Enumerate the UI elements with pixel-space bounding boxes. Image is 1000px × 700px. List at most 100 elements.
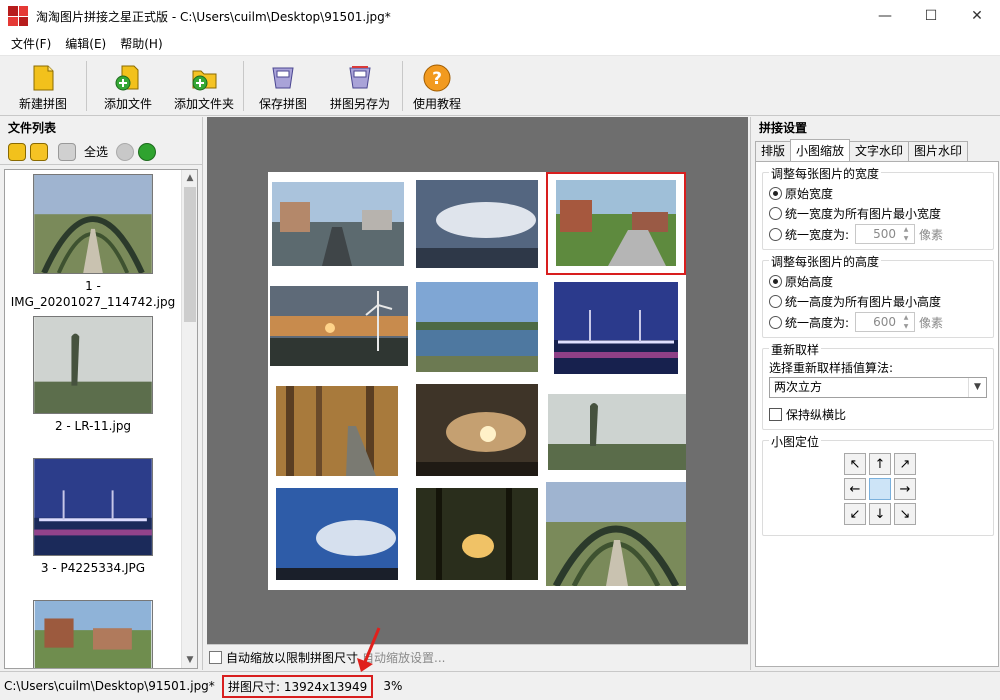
keep-ratio-checkbox[interactable] xyxy=(769,408,782,421)
file-list-scrollbar[interactable]: ▲ ▼ xyxy=(181,170,197,668)
remove-file-icon[interactable] xyxy=(58,142,76,161)
tutorial-button[interactable]: ? 使用教程 xyxy=(405,57,469,115)
collage-canvas[interactable] xyxy=(207,117,748,644)
scrollbar-thumb[interactable] xyxy=(184,187,196,322)
add-folder-small-icon[interactable] xyxy=(30,142,48,161)
height-group-title: 调整每张图片的高度 xyxy=(769,253,882,270)
position-group-title: 小图定位 xyxy=(769,433,822,450)
move-down-icon[interactable] xyxy=(138,142,157,161)
move-up-icon[interactable] xyxy=(116,142,135,161)
radio-button[interactable] xyxy=(769,207,782,220)
collage-tile-selected[interactable] xyxy=(546,172,686,275)
list-item[interactable]: 3 - P4225334.JPG xyxy=(5,458,181,576)
radio-button[interactable] xyxy=(769,227,782,241)
new-collage-button[interactable]: 新建拼图 xyxy=(2,57,84,115)
resample-algo-select[interactable]: 两次立方 ▼ xyxy=(769,377,987,398)
chevron-down-icon[interactable]: ▼ xyxy=(968,378,986,397)
collage-tile[interactable] xyxy=(270,286,408,366)
option-label: 统一高度为: xyxy=(785,315,850,330)
tab-layout[interactable]: 排版 xyxy=(755,141,792,161)
add-folder-button[interactable]: 添加文件夹 xyxy=(167,57,241,115)
radio-button[interactable] xyxy=(769,187,782,200)
resample-group-title: 重新取样 xyxy=(769,341,822,358)
save-collage-label: 保存拼图 xyxy=(258,97,307,111)
collage-tile[interactable] xyxy=(276,488,398,580)
list-item[interactable]: 1 - IMG_20201027_114742.jpg xyxy=(5,174,181,310)
radio-button[interactable] xyxy=(769,315,782,329)
toolbar-separator xyxy=(243,61,244,111)
file-label: 3 - P4225334.JPG xyxy=(40,561,146,575)
align-top-icon[interactable]: ↑ xyxy=(869,453,891,475)
align-right-icon[interactable]: → xyxy=(894,478,916,500)
collage-tile[interactable] xyxy=(416,384,538,476)
keep-ratio-option[interactable]: 保持纵横比 xyxy=(769,406,846,423)
list-item[interactable]: 2 - LR-11.jpg xyxy=(5,316,181,434)
close-button[interactable]: ✕ xyxy=(954,0,1000,32)
add-file-small-icon[interactable] xyxy=(8,142,26,161)
scroll-up-icon[interactable]: ▲ xyxy=(182,170,197,186)
minimize-button[interactable]: — xyxy=(862,0,908,32)
collage-preview xyxy=(268,172,686,590)
toolbar-separator xyxy=(402,61,403,111)
list-item[interactable] xyxy=(5,600,181,668)
tab-text-watermark[interactable]: 文字水印 xyxy=(849,141,910,161)
original-height-option[interactable]: 原始高度 xyxy=(769,273,833,290)
select-all-button[interactable]: 全选 xyxy=(80,143,112,160)
height-value: 600 xyxy=(873,315,897,329)
original-width-option[interactable]: 原始宽度 xyxy=(769,185,833,202)
width-group-title: 调整每张图片的宽度 xyxy=(769,165,882,182)
file-list-toolbar: 全选 xyxy=(0,139,202,165)
align-bottom-right-icon[interactable]: ↘ xyxy=(894,503,916,525)
scroll-down-icon[interactable]: ▼ xyxy=(182,652,197,668)
align-bottom-left-icon[interactable]: ↙ xyxy=(844,503,866,525)
width-group: 调整每张图片的宽度 原始宽度 统一宽度为所有图片最小宽度 统一宽度为: 500 … xyxy=(762,165,994,250)
collage-tile[interactable] xyxy=(554,282,678,374)
align-bottom-icon[interactable]: ↓ xyxy=(869,503,891,525)
collage-tile[interactable] xyxy=(416,180,538,268)
tab-thumbnail-scale[interactable]: 小图缩放 xyxy=(790,139,851,161)
settings-title: 拼接设置 xyxy=(759,121,808,135)
save-as-button[interactable]: 拼图另存为 xyxy=(320,57,400,115)
menu-bar: 文件(F) 编辑(E) 帮助(H) xyxy=(0,32,1000,56)
collage-tile[interactable] xyxy=(546,482,686,586)
min-width-option[interactable]: 统一宽度为所有图片最小宽度 xyxy=(769,205,941,222)
collage-tile[interactable] xyxy=(272,182,404,266)
align-top-left-icon[interactable]: ↖ xyxy=(844,453,866,475)
height-unit: 像素 xyxy=(919,315,944,330)
align-left-icon[interactable]: ← xyxy=(844,478,866,500)
height-group: 调整每张图片的高度 原始高度 统一高度为所有图片最小高度 统一高度为: 600 … xyxy=(762,253,994,338)
radio-button[interactable] xyxy=(769,295,782,308)
align-center-button[interactable] xyxy=(869,478,891,500)
menu-edit[interactable]: 编辑(E) xyxy=(58,35,113,52)
collage-tile[interactable] xyxy=(276,386,398,476)
add-file-button[interactable]: 添加文件 xyxy=(89,57,167,115)
file-label: 2 - LR-11.jpg xyxy=(54,419,132,433)
height-input[interactable]: 600 ▲ ▼ xyxy=(855,312,916,332)
maximize-button[interactable]: ☐ xyxy=(908,0,954,32)
collage-tile[interactable] xyxy=(548,394,686,470)
menu-file[interactable]: 文件(F) xyxy=(4,35,58,52)
width-input[interactable]: 500 ▲ ▼ xyxy=(855,224,916,244)
window-title: 淘淘图片拼接之星正式版 - C:\Users\cuilm\Desktop\915… xyxy=(36,9,391,24)
radio-button[interactable] xyxy=(769,275,782,288)
save-as-icon xyxy=(349,66,371,89)
option-label: 统一宽度为: xyxy=(785,227,850,242)
custom-height-option[interactable]: 统一高度为: 600 ▲ ▼ 像素 xyxy=(769,312,943,332)
spinner-icon[interactable]: ▲ ▼ xyxy=(900,226,912,242)
custom-width-option[interactable]: 统一宽度为: 500 ▲ ▼ 像素 xyxy=(769,224,943,244)
save-collage-button[interactable]: 保存拼图 xyxy=(246,57,320,115)
toolbar-separator xyxy=(86,61,87,111)
tab-image-watermark[interactable]: 图片水印 xyxy=(908,141,969,161)
auto-scale-checkbox[interactable] xyxy=(209,651,222,664)
width-value: 500 xyxy=(873,227,897,241)
add-folder-icon xyxy=(192,70,217,91)
option-label: 统一高度为所有图片最小高度 xyxy=(785,295,942,309)
min-height-option[interactable]: 统一高度为所有图片最小高度 xyxy=(769,293,941,310)
collage-tile[interactable] xyxy=(416,282,538,372)
spinner-icon[interactable]: ▲ ▼ xyxy=(900,314,912,330)
align-top-right-icon[interactable]: ↗ xyxy=(894,453,916,475)
collage-tile[interactable] xyxy=(416,488,538,580)
menu-help[interactable]: 帮助(H) xyxy=(113,35,169,52)
file-list[interactable]: 1 - IMG_20201027_114742.jpg 2 - LR-11.jp… xyxy=(4,169,198,669)
add-folder-label: 添加文件夹 xyxy=(173,97,234,111)
